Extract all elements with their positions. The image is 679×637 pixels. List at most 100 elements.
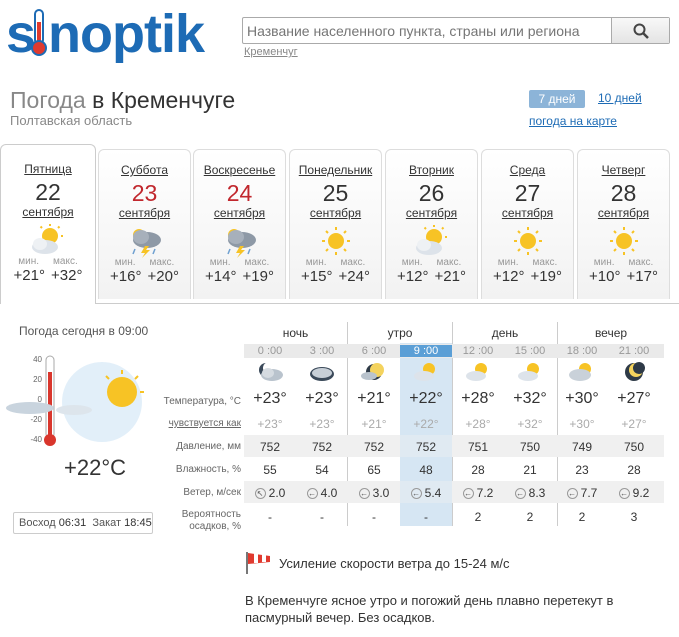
sun-cloud-icon [414, 363, 435, 381]
day-tab[interactable]: Понедельник 25 сентября мин. макс. +15° +2… [289, 149, 382, 299]
forecast-description: В Кременчуге ясное утро и погожий день п… [245, 593, 614, 625]
day-month: сентября [118, 206, 171, 220]
wind-cell: ← 9.2 [618, 486, 650, 500]
min-max-temps: +10° +17° [589, 268, 658, 285]
day-number: 22 [35, 179, 61, 205]
day-tab[interactable]: Вторник 26 сентября мин. макс. +12° +21° [385, 149, 478, 299]
sinoptik-logo[interactable]: s noptik [6, 4, 231, 64]
row-label-feels[interactable]: чувствуется как [148, 418, 241, 429]
cloud-icon [310, 367, 334, 381]
wind-cell: ← 8.3 [514, 486, 546, 500]
hour-label: 21 :00 [618, 345, 650, 357]
period-evening: вечер [594, 326, 628, 340]
wind-cell: ← 7.7 [566, 486, 598, 500]
feels-cell: +21° [361, 417, 387, 431]
day-number: 24 [226, 180, 253, 206]
day-number: 26 [418, 180, 445, 206]
pressure-cell: 750 [623, 440, 645, 454]
humidity-cell: 23 [575, 463, 589, 477]
moon-icon [625, 362, 645, 381]
pressure-cell: 750 [519, 440, 541, 454]
wind-direction-icon: ← [618, 488, 630, 499]
search-icon [633, 23, 649, 39]
wind-direction-icon: ← [566, 488, 578, 499]
search-button[interactable] [611, 18, 669, 43]
feels-cell: +22° [413, 417, 439, 431]
windsock-icon [246, 552, 270, 574]
day-tab[interactable]: Воскресенье 24 сентября мин. макс. +14° +1… [193, 149, 286, 299]
day-number: 28 [610, 180, 637, 206]
sunrise-sunset: Восход 06:31 Закат 18:45 [13, 512, 153, 534]
map-link[interactable]: погода на карте [529, 114, 617, 128]
moon-cloud-icon [361, 363, 384, 380]
min-max-labels: мин. макс. [401, 257, 462, 268]
sun-cloud-icon [518, 363, 539, 381]
today-weather-graphic: 40 20 0 -20 -40 [6, 355, 144, 446]
hour-label: 0 :00 [257, 345, 283, 357]
precip-cell: - [424, 510, 428, 524]
humidity-cell: 28 [471, 463, 485, 477]
day-tab[interactable]: Пятница 22 сентября мин. макс. +21° +32° [0, 144, 96, 304]
wind-direction-icon: ← [410, 488, 422, 499]
temp-cell: +28° [461, 390, 495, 407]
scale-label: 40 [33, 355, 42, 364]
row-label-pressure: Давление, мм [176, 441, 241, 452]
day-tab[interactable]: Суббота 23 сентября мин. макс. +16° +20° [98, 149, 191, 299]
pressure-cell: 752 [363, 440, 385, 454]
search-hint-link[interactable]: Кременчуг [244, 46, 298, 58]
min-max-temps: +21° +32° [13, 267, 83, 284]
day-month: сентября [309, 206, 362, 220]
wind-cell: ← 7.2 [462, 486, 494, 500]
tab-7-days[interactable]: 7 дней [529, 90, 585, 108]
wind-cell: ← 4.0 [306, 486, 338, 500]
min-max-labels: мин. макс. [305, 257, 366, 268]
day-month: сентября [501, 206, 554, 220]
precip-cell: 2 [578, 510, 586, 524]
feels-cell: +23° [257, 417, 283, 431]
min-max-temps: +12° +21° [397, 268, 466, 285]
hour-label: 18 :00 [566, 345, 598, 357]
thunderstorm-icon [226, 229, 256, 258]
wind-direction-icon: ← [462, 488, 474, 499]
sun-icon [513, 227, 542, 255]
day-month: сентября [213, 206, 266, 220]
scale-label: -40 [30, 435, 42, 444]
day-name: Понедельник [298, 163, 373, 177]
precip-cell: - [268, 510, 272, 524]
sun-cloud-icon [32, 224, 63, 254]
temp-cell: +27° [617, 390, 651, 407]
temp-cell: +21° [357, 390, 391, 407]
precip-cell: - [320, 510, 324, 524]
day-month: сентября [22, 205, 74, 219]
row-label-precip-2: осадков, % [189, 521, 241, 532]
day-tab[interactable]: Среда 27 сентября мин. макс. +12° +19° [481, 149, 574, 299]
min-max-labels: мин. макс. [497, 257, 558, 268]
period-night: ночь [282, 326, 309, 340]
temp-cell: +30° [565, 390, 599, 407]
feels-cell: +30° [569, 417, 595, 431]
row-label-precip: Вероятность [181, 509, 241, 520]
page-title-prefix: Погода [10, 87, 86, 113]
page-title-city: в Кременчуге [92, 87, 236, 113]
day-tabs: Пятница 22 сентября мин. макс. +21° +32° С… [0, 144, 679, 304]
temp-cell: +23° [305, 390, 339, 407]
day-name: Среда [509, 163, 546, 177]
day-number: 27 [514, 180, 541, 206]
sun-cloud-icon [415, 225, 447, 255]
min-max-labels: мин. макс. [18, 256, 78, 267]
humidity-cell: 28 [627, 463, 641, 477]
humidity-cell: 21 [523, 463, 537, 477]
cloud-moon-icon [259, 362, 283, 381]
day-tab[interactable]: Четверг 28 сентября мин. макс. +10° +17° [577, 149, 670, 299]
temp-cell: +22° [409, 390, 443, 407]
search-input[interactable] [243, 18, 613, 43]
precip-cell: 3 [630, 510, 638, 524]
wind-direction-icon: ← [306, 488, 318, 499]
today-temperature: +22°C [64, 455, 127, 480]
humidity-cell: 55 [263, 463, 277, 477]
pressure-cell: 749 [571, 440, 593, 454]
tab-10-days[interactable]: 10 дней [598, 91, 642, 105]
day-number: 23 [131, 180, 158, 206]
sinoptik-logo-graphic: s noptik [6, 4, 207, 64]
min-max-temps: +12° +19° [493, 268, 562, 285]
